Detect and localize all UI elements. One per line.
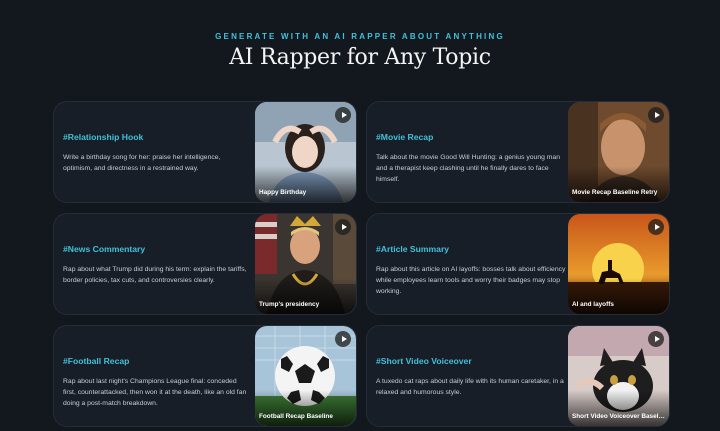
card-thumbnail[interactable]: Trump's presidency [255,214,356,314]
thumbnail-label: AI and layoffs [572,301,614,308]
prompt-card-movie-recap[interactable]: #Movie Recap Talk about the movie Good W… [366,101,670,203]
card-text: #Relationship Hook Write a birthday song… [63,102,251,202]
card-description: Rap about what Trump did during his term… [63,266,247,284]
card-text: #Football Recap Rap about last night's C… [63,326,251,426]
card-tag: #News Commentary [63,244,146,254]
card-tag: #Movie Recap [376,132,434,142]
prompt-card-grid: #Relationship Hook Write a birthday song… [53,101,670,427]
thumbnail-label: Movie Recap Baseline Retry [572,189,658,196]
play-icon[interactable] [648,331,664,347]
play-icon[interactable] [335,219,351,235]
card-thumbnail[interactable]: AI and layoffs [568,214,669,314]
play-icon[interactable] [648,107,664,123]
play-icon[interactable] [335,331,351,347]
thumbnail-label: Happy Birthday [259,189,307,196]
card-thumbnail[interactable]: Movie Recap Baseline Retry [568,102,669,202]
thumbnail-label: Trump's presidency [259,301,320,308]
card-thumbnail[interactable]: Happy Birthday [255,102,356,202]
prompt-card-short-video-voiceover[interactable]: #Short Video Voiceover A tuxedo cat raps… [366,325,670,427]
card-description: Talk about the movie Good Will Hunting: … [376,154,560,183]
card-text: #News Commentary Rap about what Trump di… [63,214,251,314]
play-icon[interactable] [335,107,351,123]
play-icon[interactable] [648,219,664,235]
card-tag: #Short Video Voiceover [376,356,472,366]
card-tag: #Relationship Hook [63,132,144,142]
eyebrow-text: GENERATE WITH AN AI RAPPER ABOUT ANYTHIN… [215,32,505,41]
card-tag: #Article Summary [376,244,450,254]
prompt-card-relationship-hook[interactable]: #Relationship Hook Write a birthday song… [53,101,357,203]
thumbnail-label: Football Recap Baseline [259,413,333,420]
card-thumbnail[interactable]: Short Video Voiceover Baseline [568,326,669,426]
card-thumbnail[interactable]: Football Recap Baseline [255,326,356,426]
card-text: #Article Summary Rap about this article … [376,214,568,314]
prompt-card-football-recap[interactable]: #Football Recap Rap about last night's C… [53,325,357,427]
card-text: #Short Video Voiceover A tuxedo cat raps… [376,326,568,426]
card-text: #Movie Recap Talk about the movie Good W… [376,102,568,202]
card-description: Rap about this article on AI layoffs: bo… [376,266,566,295]
card-description: A tuxedo cat raps about daily life with … [376,378,564,396]
prompt-card-news-commentary[interactable]: #News Commentary Rap about what Trump di… [53,213,357,315]
card-description: Write a birthday song for her: praise he… [63,154,221,172]
card-tag: #Football Recap [63,356,130,366]
card-description: Rap about last night's Champions League … [63,378,247,407]
thumbnail-label: Short Video Voiceover Baseline [572,413,665,420]
prompt-card-article-summary[interactable]: #Article Summary Rap about this article … [366,213,670,315]
page-title: AI Rapper for Any Topic [229,45,491,70]
